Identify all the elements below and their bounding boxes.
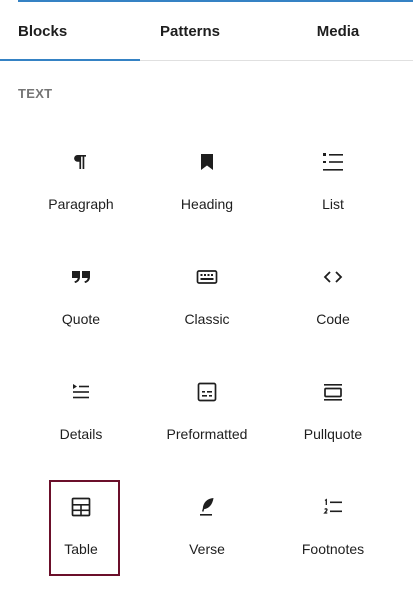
block-paragraph[interactable]: Paragraph xyxy=(18,130,144,245)
heading-icon xyxy=(195,150,219,174)
block-label: Verse xyxy=(189,541,225,557)
table-icon xyxy=(69,495,93,519)
inserter-tabs: Blocks Patterns Media xyxy=(0,2,413,61)
section-title: TEXT xyxy=(18,86,53,101)
block-grid: Paragraph Heading List Quote Classic Cod… xyxy=(18,130,396,590)
quote-icon xyxy=(69,265,93,289)
block-classic[interactable]: Classic xyxy=(144,245,270,360)
paragraph-icon xyxy=(69,150,93,174)
classic-icon xyxy=(195,265,219,289)
block-label: Preformatted xyxy=(166,426,248,442)
block-label: Quote xyxy=(61,311,101,327)
block-footnotes[interactable]: Footnotes xyxy=(270,475,396,590)
block-label: Heading xyxy=(180,196,234,212)
block-table[interactable]: Table xyxy=(18,475,144,590)
block-verse[interactable]: Verse xyxy=(144,475,270,590)
block-label: Classic xyxy=(184,311,230,327)
block-code[interactable]: Code xyxy=(270,245,396,360)
details-icon xyxy=(69,380,93,404)
block-label: Pullquote xyxy=(303,426,363,442)
tab-media[interactable]: Media xyxy=(288,2,388,60)
block-list[interactable]: List xyxy=(270,130,396,245)
block-heading[interactable]: Heading xyxy=(144,130,270,245)
block-preformatted[interactable]: Preformatted xyxy=(144,360,270,475)
block-label: Paragraph xyxy=(48,196,114,212)
block-label: Details xyxy=(59,426,103,442)
block-label: Footnotes xyxy=(301,541,365,557)
pullquote-icon xyxy=(321,380,345,404)
block-pullquote[interactable]: Pullquote xyxy=(270,360,396,475)
code-icon xyxy=(321,265,345,289)
footnotes-icon xyxy=(321,495,345,519)
preformatted-icon xyxy=(195,380,219,404)
block-quote[interactable]: Quote xyxy=(18,245,144,360)
verse-icon xyxy=(195,495,219,519)
block-label: Table xyxy=(64,541,98,557)
block-label: List xyxy=(322,196,344,212)
block-label: Code xyxy=(316,311,350,327)
list-icon xyxy=(321,150,345,174)
tab-blocks[interactable]: Blocks xyxy=(0,2,140,61)
tab-patterns[interactable]: Patterns xyxy=(140,2,240,60)
block-details[interactable]: Details xyxy=(18,360,144,475)
